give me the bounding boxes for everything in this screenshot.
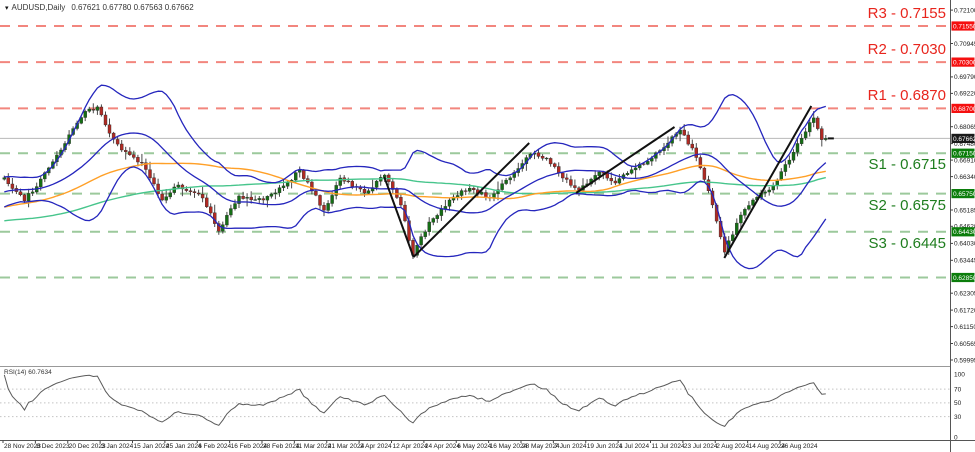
ohlc-readout: 0.67621 0.67780 0.67563 0.67662 [71, 3, 194, 12]
date-label: 24 Apr 2024 [425, 443, 460, 450]
support-badge-s2-text: 0.65750 [953, 191, 975, 198]
date-label: 6 May 2024 [457, 443, 491, 450]
chart-title-bar: ▾ AUDUSD,Daily 0.67621 0.67780 0.67563 0.6… [5, 3, 194, 12]
price-tick-label: 0.66910 [954, 157, 975, 164]
symbol-name: AUDUSD,Daily [11, 3, 66, 12]
date-label: 2 Aug 2024 [716, 443, 749, 450]
rsi-line[interactable] [3, 374, 826, 428]
main-price-pane[interactable] [0, 25, 951, 279]
price-tick-label: 0.69220 [954, 91, 975, 98]
rsi-axis-label: 30 [954, 414, 962, 421]
resistance-badge-r3-text: 0.71550 [953, 23, 975, 30]
price-tick-label: 0.72100 [954, 7, 975, 14]
current-price-badge-text: 0.67662 [953, 136, 975, 143]
ma-slow-green-line[interactable] [4, 176, 826, 222]
price-tick-label: 0.66340 [954, 174, 975, 181]
price-tick-label: 0.69790 [954, 74, 975, 81]
date-label: 28 Feb 2024 [263, 443, 300, 450]
support-label-s1: S1 - 0.6715 [868, 156, 946, 174]
price-tick-label: 0.68065 [954, 124, 975, 131]
resistance-label-r2: R2 - 0.7030 [867, 41, 946, 59]
mt4-chart-window: 0.721000.709450.697900.692200.680650.674… [0, 0, 975, 452]
price-tick-label: 0.59995 [954, 357, 975, 364]
date-label: 16 Feb 2024 [231, 443, 268, 450]
resistance-badge-r2-text: 0.70300 [953, 60, 975, 67]
bollinger-lower-band[interactable] [4, 166, 827, 270]
rsi-pane[interactable] [0, 366, 975, 428]
price-tick-label: 0.63445 [954, 258, 975, 265]
support-badge-s3-text: 0.64430 [953, 229, 975, 236]
date-axis[interactable]: 28 Nov 20238 Dec 2023 20 Dec 20233 Jan 20… [2, 440, 818, 451]
date-label: 26 Aug 2024 [781, 443, 818, 450]
date-label: 7 Jun 2024 [554, 443, 587, 450]
date-label: 14 Aug 2024 [749, 443, 786, 450]
price-tick-label: 0.70945 [954, 41, 975, 48]
rsi-indicator-label: RSI(14) 60.7634 [4, 369, 52, 376]
rsi-axis-label: 50 [954, 400, 962, 407]
price-axis[interactable]: 0.721000.709450.697900.692200.680650.674… [0, 0, 975, 452]
date-label: 12 Apr 2024 [393, 443, 428, 450]
rsi-axis-label: 100 [954, 371, 965, 378]
price-tick-label: 0.61150 [954, 324, 975, 331]
price-tick-label: 0.62305 [954, 291, 975, 298]
price-tick-label: 0.64030 [954, 241, 975, 248]
symbol-marker-icon: ▾ [5, 5, 9, 12]
date-label: 23 Jul 2024 [684, 443, 718, 450]
support-label-s2: S2 - 0.6575 [868, 196, 946, 214]
resistance-badge-r1-text: 0.68700 [953, 106, 975, 113]
resistance-label-r1: R1 - 0.6870 [867, 87, 946, 105]
date-label: 11 Mar 2024 [295, 443, 331, 450]
date-label: 1 Jul 2024 [619, 443, 649, 450]
date-label: 15 Jan 2024 [134, 443, 170, 450]
resistance-label-r3: R3 - 0.7155 [867, 5, 946, 22]
price-tick-label: 0.61720 [954, 307, 975, 314]
support-badge-s1-text: 0.67150 [953, 151, 975, 158]
price-tick-label: 0.65185 [954, 207, 975, 214]
date-label: 2 Apr 2024 [360, 443, 392, 450]
trend-line-august-rally[interactable] [723, 105, 813, 259]
trend-line-april-may-rally[interactable] [412, 142, 530, 258]
chart-canvas[interactable]: 0.721000.709450.697900.692200.680650.674… [0, 0, 975, 452]
date-label: 6 Feb 2024 [198, 443, 231, 450]
bollinger-middle-band[interactable] [4, 132, 827, 214]
rsi-axis-label: 0 [954, 435, 958, 442]
date-label: 8 Dec 2023 [36, 443, 70, 450]
rsi-axis-label: 70 [954, 386, 962, 393]
date-label: 3 Jan 2024 [101, 443, 134, 450]
date-label: 19 Jun 2024 [587, 443, 623, 450]
price-tick-label: 0.60565 [954, 341, 975, 348]
date-label: 21 Mar 2024 [328, 443, 365, 450]
date-label: 11 Jul 2024 [652, 443, 686, 450]
support-label-s3: S3 - 0.6445 [868, 234, 946, 252]
date-label: 25 Jan 2024 [166, 443, 202, 450]
support-badge-extra-text: 0.62850 [953, 275, 975, 282]
